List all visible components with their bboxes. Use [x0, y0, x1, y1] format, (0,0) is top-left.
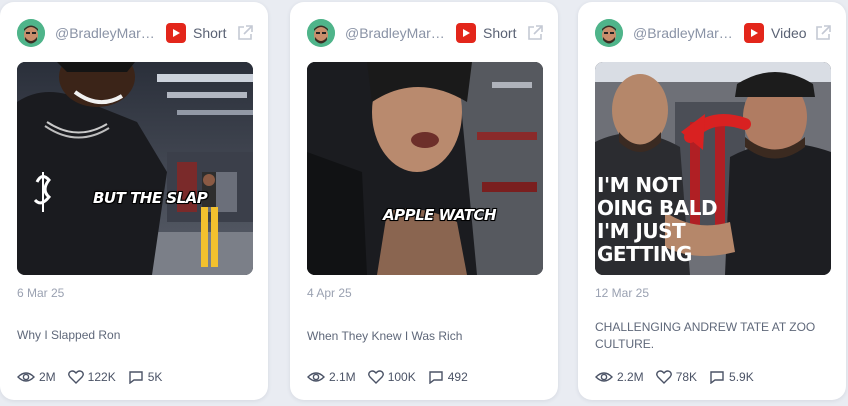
- youtube-icon: [456, 23, 476, 43]
- views-count: 2.1M: [329, 370, 356, 384]
- video-card[interactable]: @BradleyMart... Short: [0, 2, 268, 400]
- external-link-icon[interactable]: [526, 24, 544, 42]
- avatar[interactable]: [17, 19, 45, 47]
- channel-handle[interactable]: @BradleyMart...: [633, 25, 733, 41]
- comment-icon: [429, 371, 443, 384]
- heart-icon: [367, 370, 384, 384]
- heart-icon: [655, 370, 672, 384]
- card-header: @BradleyMart... Short: [307, 18, 544, 48]
- eye-icon: [595, 372, 613, 382]
- publish-date: 4 Apr 25: [307, 286, 352, 300]
- video-thumbnail[interactable]: APPLE WATCH: [307, 62, 543, 275]
- channel-handle[interactable]: @BradleyMart...: [345, 25, 445, 41]
- likes-stat: 100K: [367, 370, 416, 384]
- comment-icon: [129, 371, 143, 384]
- content-type-label: Short: [483, 25, 517, 41]
- channel-handle[interactable]: @BradleyMart...: [55, 25, 155, 41]
- likes-count: 78K: [675, 370, 698, 384]
- comment-icon: [710, 371, 724, 384]
- eye-icon: [307, 372, 325, 382]
- views-count: 2M: [39, 370, 56, 384]
- views-stat: 2M: [17, 370, 56, 384]
- publish-date: 12 Mar 25: [595, 286, 650, 300]
- card-header: @BradleyMart... Video: [595, 18, 832, 48]
- comments-stat: 492: [428, 370, 468, 384]
- views-stat: 2.1M: [307, 370, 356, 384]
- avatar[interactable]: [595, 19, 623, 47]
- views-stat: 2.2M: [595, 370, 644, 384]
- avatar[interactable]: [307, 19, 335, 47]
- thumbnail-caption: APPLE WATCH: [383, 206, 497, 224]
- comments-stat: 5.9K: [709, 370, 754, 384]
- likes-stat: 78K: [655, 370, 698, 384]
- comments-count: 492: [447, 370, 468, 384]
- external-link-icon[interactable]: [814, 24, 832, 42]
- external-link-icon[interactable]: [236, 24, 254, 42]
- engagement-stats: 2.2M 78K 5.9K: [595, 370, 766, 384]
- heart-icon: [67, 370, 84, 384]
- likes-count: 100K: [387, 370, 416, 384]
- youtube-icon: [744, 23, 764, 43]
- likes-count: 122K: [87, 370, 116, 384]
- comments-count: 5.9K: [729, 370, 754, 384]
- thumbnail-caption: I'M NOT OING BALD I'M JUST GETTING: [597, 173, 718, 266]
- publish-date: 6 Mar 25: [17, 286, 65, 300]
- views-count: 2.2M: [617, 370, 644, 384]
- engagement-stats: 2M 122K 5K: [17, 370, 174, 384]
- thumbnail-caption: BUT THE SLAP: [93, 189, 208, 207]
- video-card[interactable]: @BradleyMart... Video I'M NOT OING BALD …: [578, 2, 846, 400]
- comments-stat: 5K: [128, 370, 163, 384]
- card-header: @BradleyMart... Short: [17, 18, 254, 48]
- content-type-label: Short: [193, 25, 227, 41]
- video-title[interactable]: CHALLENGING ANDREW TATE AT ZOO CULTURE.: [595, 319, 826, 353]
- content-grid: @BradleyMart... Short BUT THE SLAP 6 Mar…: [0, 0, 848, 406]
- video-card[interactable]: @BradleyMart... Short: [290, 2, 558, 400]
- engagement-stats: 2.1M 100K 492: [307, 370, 480, 384]
- likes-stat: 122K: [67, 370, 116, 384]
- content-type-label: Video: [771, 25, 807, 41]
- comments-count: 5K: [147, 370, 163, 384]
- video-title[interactable]: Why I Slapped Ron: [17, 327, 248, 344]
- video-thumbnail[interactable]: BUT THE SLAP: [17, 62, 253, 275]
- youtube-icon: [166, 23, 186, 43]
- video-thumbnail[interactable]: I'M NOT OING BALD I'M JUST GETTING: [595, 62, 831, 275]
- video-title[interactable]: When They Knew I Was Rich: [307, 328, 538, 345]
- eye-icon: [17, 372, 35, 382]
